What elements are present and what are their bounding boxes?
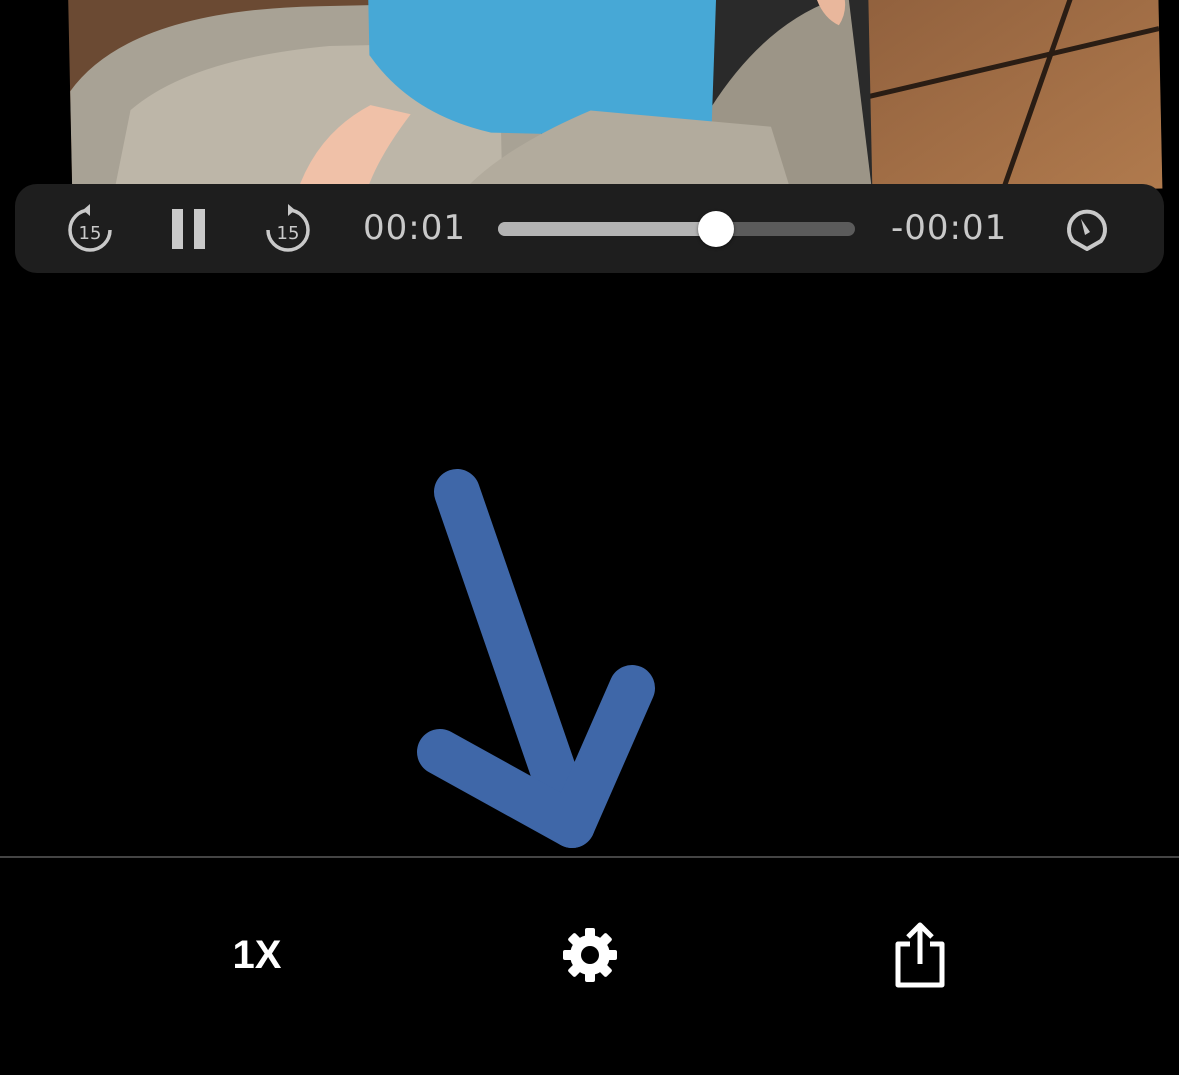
skip-back-button[interactable]: 15 <box>63 184 117 273</box>
share-icon <box>895 922 945 988</box>
forward-15-icon: 15 <box>266 203 310 252</box>
scrubber-thumb[interactable] <box>697 211 734 247</box>
elapsed-time: 00:01 <box>363 208 466 248</box>
playback-speed-button[interactable] <box>1061 184 1113 273</box>
toolbar-divider <box>0 856 1179 858</box>
gear-icon <box>563 928 617 982</box>
skip-forward-button[interactable]: 15 <box>261 184 315 273</box>
scrubber-track[interactable] <box>498 222 855 236</box>
rewind-15-icon: 15 <box>68 203 112 252</box>
settings-button[interactable] <box>545 910 635 1000</box>
share-button[interactable] <box>875 910 965 1000</box>
playback-speed-toggle[interactable]: 1X <box>210 910 304 1000</box>
speed-label: 1X <box>232 932 282 977</box>
pause-button[interactable] <box>167 184 211 273</box>
playback-speed-icon <box>1067 209 1107 251</box>
skip-forward-label: 15 <box>277 223 300 244</box>
scrubber-progress <box>498 222 716 236</box>
video-frame[interactable] <box>67 0 1163 212</box>
annotation-arrow <box>417 469 655 848</box>
player-control-bar: 15 15 00:01 -00:01 <box>15 184 1164 273</box>
video-image <box>70 0 1163 212</box>
remaining-time: -00:01 <box>891 208 1008 248</box>
pause-icon <box>172 208 205 249</box>
skip-back-label: 15 <box>79 223 102 244</box>
